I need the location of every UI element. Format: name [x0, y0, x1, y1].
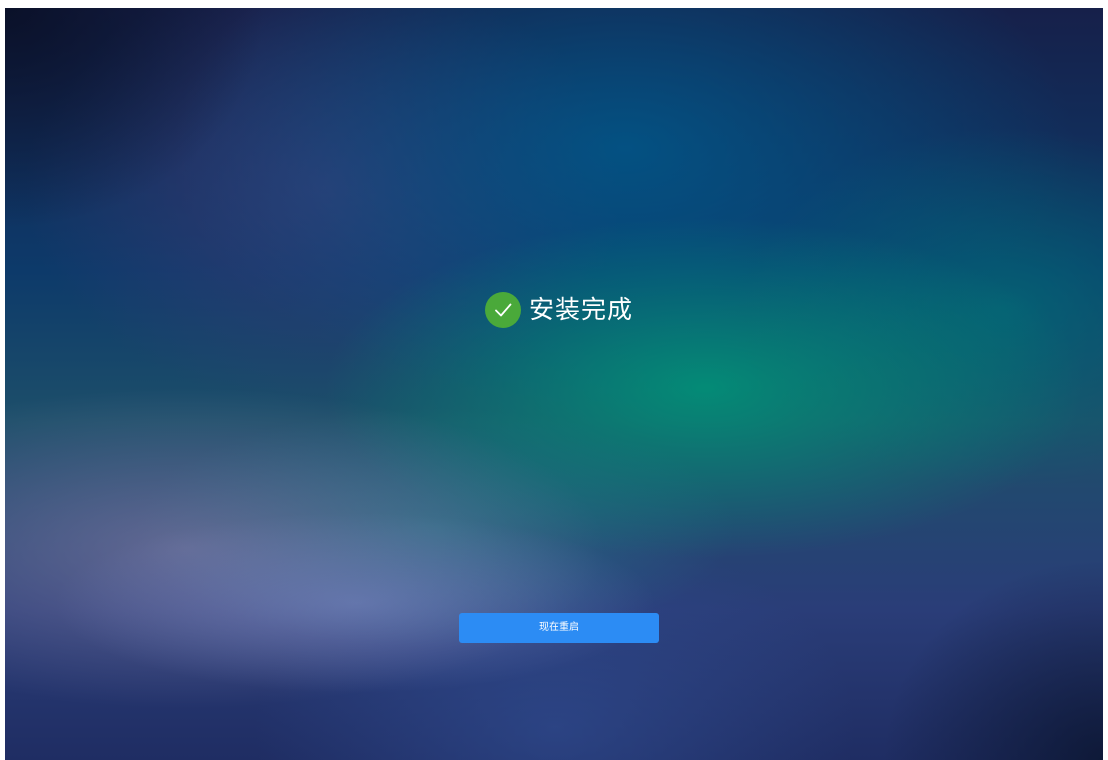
installer-complete-screen: 安装完成 现在重启: [5, 8, 1103, 760]
reboot-now-button[interactable]: 现在重启: [459, 613, 659, 643]
install-status: 安装完成: [485, 292, 633, 328]
checkmark-icon: [495, 303, 512, 317]
check-circle-icon: [485, 292, 521, 328]
background-vignette: [5, 8, 1103, 760]
status-title: 安装完成: [529, 295, 634, 324]
